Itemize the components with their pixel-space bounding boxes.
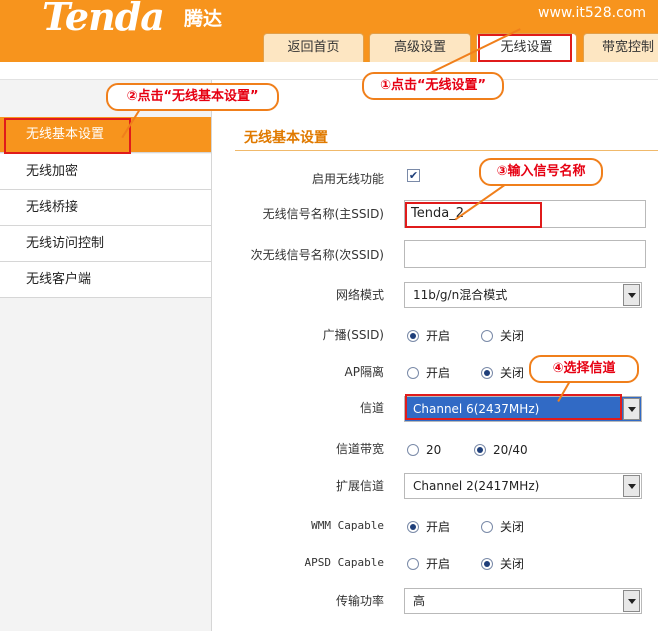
apsd-on-radio[interactable] [407,558,419,570]
chevron-down-icon[interactable] [623,590,640,612]
wmm-label: WMM Capable [311,519,384,532]
ap-isolation-on-label: 开启 [426,366,451,380]
tx-power-value: 高 [413,594,426,608]
ssid-label: 无线信号名称(主SSID) [262,207,384,221]
bandwidth-label: 信道带宽 [335,442,384,456]
header-strip [0,62,658,80]
tenda-logo-chinese: 腾达 [184,8,223,30]
callout-step2: ②点击“无线基本设置” [106,83,279,111]
broadcast-label: 广播(SSID) [322,328,384,342]
page-title: 无线基本设置 [244,130,328,146]
tab-bandwidth[interactable]: 带宽控制 [583,33,658,62]
ext-channel-select[interactable]: Channel 2(2417MHz) [404,473,642,499]
ap-isolation-off-label: 关闭 [500,366,525,380]
chevron-down-icon[interactable] [623,475,640,497]
channel-label: 信道 [359,401,384,415]
network-mode-select[interactable]: 11b/g/n混合模式 [404,282,642,308]
ext-channel-label: 扩展信道 [335,479,384,493]
callout-step4: ④选择信道 [529,355,639,383]
sidebar-item-bridge[interactable]: 无线桥接 [0,190,211,226]
bandwidth-2040-radio[interactable] [474,444,486,456]
wmm-off-radio[interactable] [481,521,493,533]
enable-wireless-label: 启用无线功能 [311,172,384,186]
tab-home[interactable]: 返回首页 [263,33,364,62]
apsd-off-radio[interactable] [481,558,493,570]
tab-wireless-highlight [478,34,572,62]
sidebar-item-access-control[interactable]: 无线访问控制 [0,226,211,262]
broadcast-on-label: 开启 [426,329,451,343]
ssid2-input[interactable] [404,240,646,268]
apsd-off-label: 关闭 [500,557,525,571]
ext-channel-value: Channel 2(2417MHz) [413,479,540,493]
sidebar-item-clients[interactable]: 无线客户端 [0,262,211,298]
apsd-on-label: 开启 [426,557,451,571]
broadcast-on-radio[interactable] [407,330,419,342]
title-divider [235,150,658,151]
bandwidth-2040-label: 20/40 [493,443,528,457]
apsd-label: APSD Capable [304,556,384,569]
tenda-logo: Tenda [42,0,165,39]
network-mode-value: 11b/g/n混合模式 [413,288,508,302]
callout-step3: ③输入信号名称 [479,158,603,186]
sidebar-item-encryption[interactable]: 无线加密 [0,154,211,190]
wmm-on-label: 开启 [426,520,451,534]
channel-highlight [405,394,622,420]
ap-isolation-label: AP隔离 [344,365,384,379]
bandwidth-20-label: 20 [426,443,442,457]
chevron-down-icon[interactable] [623,284,640,306]
tab-advanced[interactable]: 高级设置 [369,33,471,62]
sidebar-basic-highlight [4,118,131,154]
ap-isolation-off-radio[interactable] [481,367,493,379]
wmm-off-label: 关闭 [500,520,525,534]
chevron-down-icon[interactable] [623,398,640,420]
watermark-url: www.it528.com [538,5,646,21]
tx-power-select[interactable]: 高 [404,588,642,614]
broadcast-off-radio[interactable] [481,330,493,342]
enable-wireless-checkbox[interactable]: ✔ [407,169,420,182]
broadcast-off-label: 关闭 [500,329,525,343]
callout-step1: ①点击“无线设置” [362,72,504,100]
network-mode-label: 网络模式 [335,288,384,302]
bandwidth-20-radio[interactable] [407,444,419,456]
ap-isolation-on-radio[interactable] [407,367,419,379]
ssid2-label: 次无线信号名称(次SSID) [250,248,384,262]
wmm-on-radio[interactable] [407,521,419,533]
tx-power-label: 传输功率 [335,594,384,608]
